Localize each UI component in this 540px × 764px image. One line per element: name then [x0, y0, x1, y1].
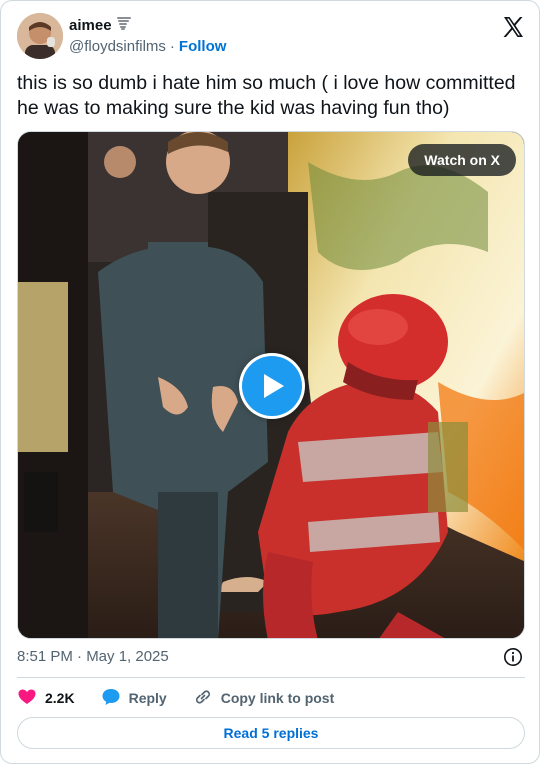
display-name[interactable]: aimee	[69, 16, 112, 36]
tweet-text: this is so dumb i hate him so much ( i l…	[17, 72, 516, 119]
speech-bubble-icon	[101, 687, 121, 710]
link-icon	[193, 687, 213, 710]
play-button[interactable]	[239, 353, 305, 419]
tweet-card: aimee @floydsinfilms · Follow this is so…	[0, 0, 540, 764]
read-replies-button[interactable]: Read 5 replies	[17, 717, 525, 749]
tornado-icon	[116, 15, 132, 37]
timestamp-row: 8:51 PM · May 1, 2025	[17, 647, 525, 667]
copy-link-button[interactable]: Copy link to post	[193, 687, 335, 710]
handle[interactable]: @floydsinfilms	[69, 37, 166, 57]
watch-on-x-button[interactable]: Watch on X	[408, 144, 516, 176]
play-icon	[242, 356, 302, 416]
like-button[interactable]: 2.2K	[17, 687, 75, 710]
info-icon[interactable]	[503, 647, 523, 667]
follow-button[interactable]: Follow	[179, 37, 227, 57]
action-bar: 2.2K Reply Copy link to post	[17, 687, 525, 709]
separator: ·	[169, 38, 175, 55]
timestamp[interactable]: 8:51 PM · May 1, 2025	[17, 648, 169, 665]
like-count: 2.2K	[45, 690, 75, 706]
display-name-row[interactable]: aimee	[69, 15, 226, 37]
reply-label: Reply	[128, 690, 167, 706]
handle-row: @floydsinfilms · Follow	[69, 37, 226, 57]
video-player[interactable]: Watch on X	[17, 131, 525, 639]
reply-button[interactable]: Reply	[101, 687, 167, 710]
heart-icon	[17, 687, 37, 710]
divider	[17, 677, 525, 678]
avatar[interactable]	[17, 13, 63, 59]
user-info: aimee @floydsinfilms · Follow	[69, 15, 226, 57]
x-logo-icon[interactable]	[501, 15, 525, 39]
tweet-header: aimee @floydsinfilms · Follow	[17, 13, 525, 61]
copy-link-label: Copy link to post	[220, 690, 335, 706]
